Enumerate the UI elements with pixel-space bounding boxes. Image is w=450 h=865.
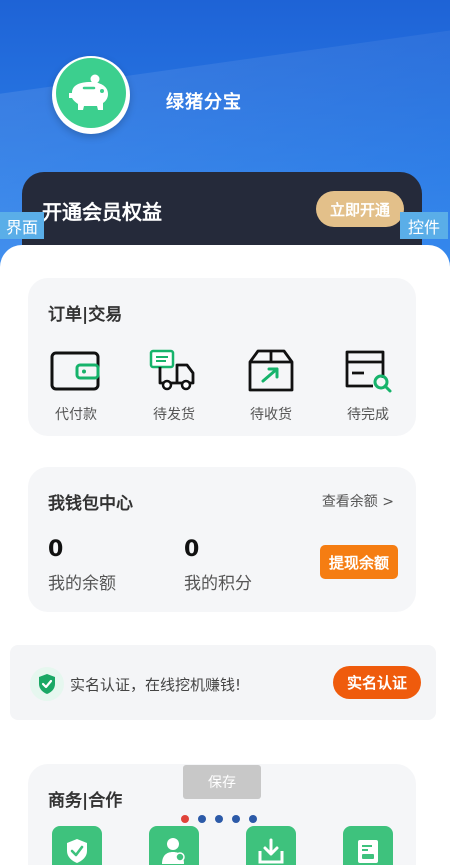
overlay-tag-right: 控件 <box>400 212 448 239</box>
wallet-icon <box>50 351 100 391</box>
order-to-complete[interactable]: 待完成 <box>328 348 408 428</box>
carousel-dot[interactable] <box>215 815 223 823</box>
carousel-dot[interactable] <box>249 815 257 823</box>
order-label: 代付款 <box>55 407 97 423</box>
view-balance-link[interactable]: 查看余额 > <box>322 491 394 511</box>
wallet-title: 我钱包中心 <box>48 494 133 514</box>
balance-value: 0 <box>48 537 64 562</box>
box-icon <box>248 349 294 392</box>
id-card-icon[interactable] <box>343 826 393 865</box>
truck-icon <box>149 349 195 391</box>
carousel-dot[interactable] <box>181 815 189 823</box>
withdraw-button[interactable]: 提现余额 <box>320 545 398 579</box>
points-value: 0 <box>184 537 200 562</box>
orders-card: 订单|交易 代付款 待发货 待收货 待完成 <box>28 278 416 436</box>
order-to-ship[interactable]: 待发货 <box>134 348 214 428</box>
order-label: 待收货 <box>250 407 292 423</box>
order-to-receive[interactable]: 待收货 <box>231 348 311 428</box>
verification-banner: 实名认证，在线挖机赚钱! 实名认证 <box>10 645 436 720</box>
inbox-download-icon[interactable] <box>246 826 296 865</box>
shield-icon[interactable] <box>52 826 102 865</box>
vip-title: 开通会员权益 <box>42 200 162 224</box>
activate-vip-button[interactable]: 立即开通 <box>316 191 404 227</box>
order-label: 待完成 <box>347 407 389 423</box>
wallet-card: 我钱包中心 查看余额 > 0 我的余额 0 我的积分 提现余额 <box>28 467 416 612</box>
verify-identity-button[interactable]: 实名认证 <box>333 666 421 699</box>
carousel-dots <box>181 815 257 823</box>
points-label: 我的积分 <box>184 574 252 594</box>
piggy-bank-icon <box>56 58 126 128</box>
order-pending-payment[interactable]: 代付款 <box>36 348 116 428</box>
carousel-dot[interactable] <box>232 815 240 823</box>
verification-text: 实名认证，在线挖机赚钱! <box>70 676 242 694</box>
shield-check-icon <box>30 667 64 701</box>
username: 绿猪分宝 <box>166 92 242 113</box>
orders-title: 订单|交易 <box>48 305 123 325</box>
overlay-tag-left: 界面 <box>0 212 44 239</box>
carousel-dot[interactable] <box>198 815 206 823</box>
order-label: 待发货 <box>153 407 195 423</box>
business-title: 商务|合作 <box>48 791 123 811</box>
agent-icon[interactable] <box>149 826 199 865</box>
save-button[interactable]: 保存 <box>183 765 261 799</box>
card-search-icon <box>345 350 392 393</box>
balance-label: 我的余额 <box>48 574 116 594</box>
avatar[interactable] <box>52 56 130 134</box>
